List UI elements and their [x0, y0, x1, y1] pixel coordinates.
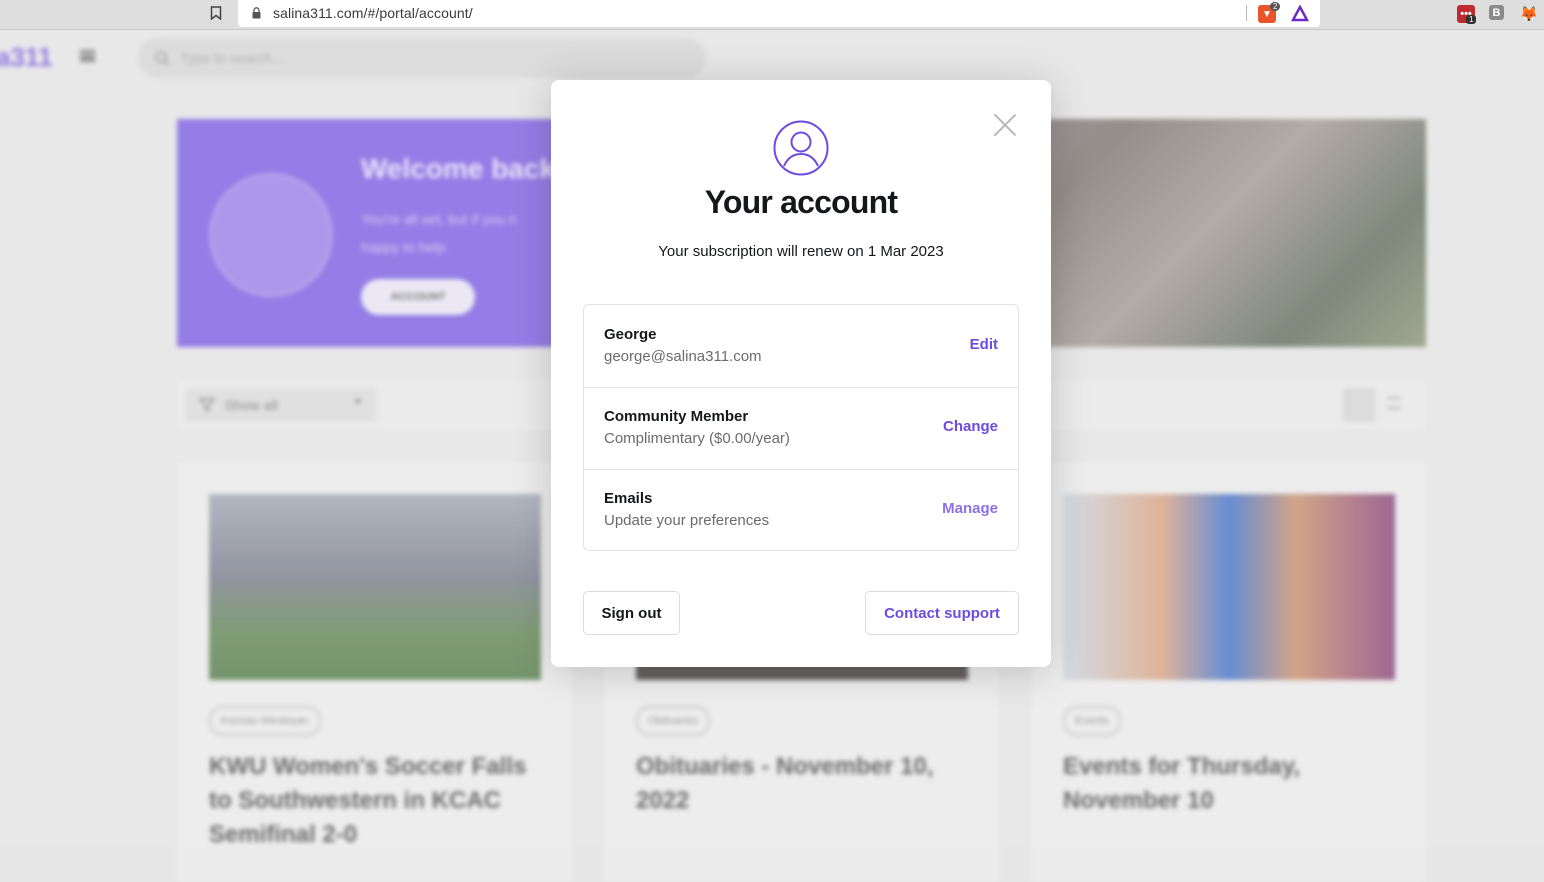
close-icon[interactable] [991, 112, 1019, 140]
b-extension-icon[interactable]: B [1489, 5, 1504, 20]
sign-out-button[interactable]: Sign out [583, 591, 680, 635]
url-divider [1246, 5, 1247, 21]
account-modal: Your account Your subscription will rene… [551, 80, 1051, 667]
account-details-box: George george@salina311.com Edit Communi… [583, 304, 1019, 551]
subscription-renewal-text: Your subscription will renew on 1 Mar 20… [658, 243, 944, 260]
url-text: salina311.com/#/portal/account/ [273, 5, 473, 21]
plan-name: Community Member [604, 408, 749, 425]
manage-emails-button[interactable]: Manage [942, 500, 998, 517]
contact-support-button[interactable]: Contact support [865, 591, 1019, 635]
plan-row: Community Member Complimentary ($0.00/ye… [584, 387, 1018, 470]
modal-title: Your account [704, 184, 898, 220]
lock-icon [252, 7, 261, 19]
plan-price: Complimentary ($0.00/year) [604, 430, 790, 447]
profile-row: George george@salina311.com Edit [584, 305, 1018, 388]
edit-profile-button[interactable]: Edit [970, 336, 998, 353]
emails-description: Update your preferences [604, 512, 770, 529]
profile-email: george@salina311.com [604, 348, 762, 365]
metamask-icon[interactable]: 🦊 [1520, 5, 1539, 23]
bookmark-icon[interactable] [210, 6, 222, 20]
browser-toolbar: salina311.com/#/portal/account/ ▼ 2 ••• … [0, 0, 1544, 30]
brave-rewards-icon[interactable] [1291, 5, 1309, 23]
lastpass-badge: 1 [1466, 15, 1477, 24]
user-avatar-icon [773, 120, 829, 176]
shield-badge: 2 [1270, 2, 1281, 11]
emails-title: Emails [604, 490, 653, 507]
emails-row: Emails Update your preferences Manage [584, 469, 1018, 551]
address-bar[interactable]: salina311.com/#/portal/account/ ▼ 2 [238, 0, 1320, 27]
profile-name: George [604, 326, 657, 343]
change-plan-button[interactable]: Change [943, 418, 998, 435]
